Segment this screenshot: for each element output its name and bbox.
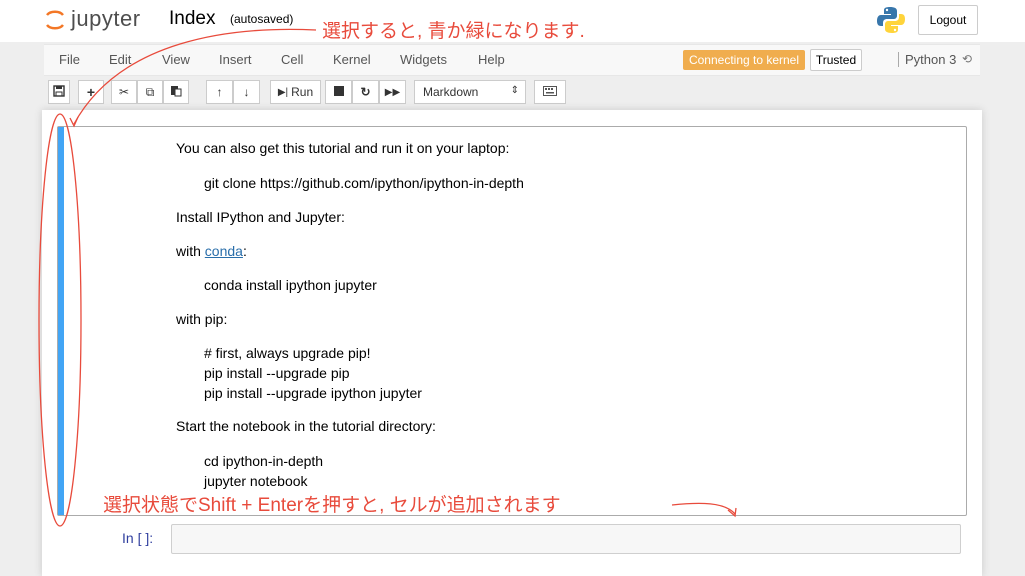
logo-text: jupyter — [71, 6, 141, 31]
code-line: # first, always upgrade pip! — [204, 345, 371, 361]
restart-button[interactable]: ↻ — [352, 80, 379, 104]
kernel-status-indicator: Connecting to kernel — [683, 50, 805, 70]
menu-help[interactable]: Help — [478, 52, 505, 67]
kernel-name: Python 3 — [898, 52, 956, 67]
logout-button[interactable]: Logout — [918, 5, 978, 35]
save-button[interactable] — [48, 80, 70, 104]
python-logo-icon — [876, 5, 906, 35]
menu-cell[interactable]: Cell — [281, 52, 303, 67]
code-cell-input[interactable] — [171, 524, 961, 554]
code-line: pip install --upgrade ipython jupyter — [204, 385, 422, 401]
conda-link[interactable]: conda — [205, 243, 243, 259]
paragraph-text: : — [242, 243, 247, 259]
paragraph: with conda: — [176, 243, 247, 259]
code-line: pip install --upgrade pip — [204, 365, 350, 381]
arrow-down-icon: ↓ — [243, 85, 250, 99]
menu-file[interactable]: File — [59, 52, 80, 67]
cell-type-value: Markdown — [423, 85, 479, 99]
save-icon — [53, 84, 65, 100]
run-button[interactable]: ▶| Run — [270, 80, 321, 104]
cell-selection-bar — [58, 127, 64, 515]
autosave-status: (autosaved) — [230, 12, 294, 26]
cut-icon: ✂ — [118, 85, 130, 99]
menu-view[interactable]: View — [162, 52, 190, 67]
code-block: git clone https://github.com/ipython/ipy… — [204, 175, 524, 191]
restart-run-all-button[interactable]: ▶▶ — [379, 80, 406, 104]
move-down-button[interactable]: ↓ — [233, 80, 260, 104]
jupyter-logo[interactable]: jupyter — [45, 5, 141, 33]
menu-insert[interactable]: Insert — [219, 52, 252, 67]
toolbar: + ✂ ⧉ ↑ ↓ ▶| Run ↻ ▶▶ Markdown ⇕ — [44, 80, 980, 108]
interrupt-button[interactable] — [325, 80, 352, 104]
input-prompt: In [ ]: — [122, 530, 154, 546]
trusted-button[interactable]: Trusted — [810, 49, 862, 71]
menu-widgets[interactable]: Widgets — [400, 52, 447, 67]
keyboard-icon — [543, 85, 557, 99]
paste-icon — [170, 85, 182, 100]
move-up-button[interactable]: ↑ — [206, 80, 233, 104]
paragraph: with pip: — [176, 311, 228, 327]
step-forward-icon: ▶| — [277, 86, 289, 98]
plus-icon: + — [86, 84, 96, 100]
cut-button[interactable]: ✂ — [111, 80, 137, 104]
run-label: Run — [291, 85, 314, 99]
select-caret-icon: ⇕ — [510, 85, 519, 96]
paragraph: Install IPython and Jupyter: — [176, 209, 345, 225]
arrow-up-icon: ↑ — [216, 85, 223, 99]
paragraph-text: with — [176, 243, 205, 259]
paste-button[interactable] — [163, 80, 189, 104]
insert-cell-button[interactable]: + — [78, 80, 104, 104]
kernel-idle-icon: ⟲ — [962, 52, 973, 66]
restart-icon: ↻ — [360, 85, 371, 99]
paragraph: Start the notebook in the tutorial direc… — [176, 418, 436, 434]
stop-icon — [333, 85, 344, 99]
annotation-text-bottom: 選択状態でShift + Enterを押すと, セルが追加されます — [103, 495, 561, 516]
annotation-text-top: 選択すると, 青か緑になります. — [322, 21, 585, 42]
code-line: cd ipython-in-depth — [204, 453, 324, 469]
fast-forward-icon: ▶▶ — [384, 86, 401, 98]
jupyter-logo-icon — [45, 9, 65, 30]
notebook-name[interactable]: Index — [169, 8, 215, 30]
copy-button[interactable]: ⧉ — [137, 80, 163, 104]
copy-icon: ⧉ — [145, 84, 155, 99]
menu-edit[interactable]: Edit — [109, 52, 131, 67]
command-palette-button[interactable] — [534, 80, 566, 104]
menu-kernel[interactable]: Kernel — [333, 52, 371, 67]
paragraph: You can also get this tutorial and run i… — [176, 140, 510, 156]
code-block: conda install ipython jupyter — [204, 277, 377, 293]
code-line: jupyter notebook — [204, 473, 308, 489]
cell-type-select[interactable]: Markdown ⇕ — [414, 80, 526, 104]
